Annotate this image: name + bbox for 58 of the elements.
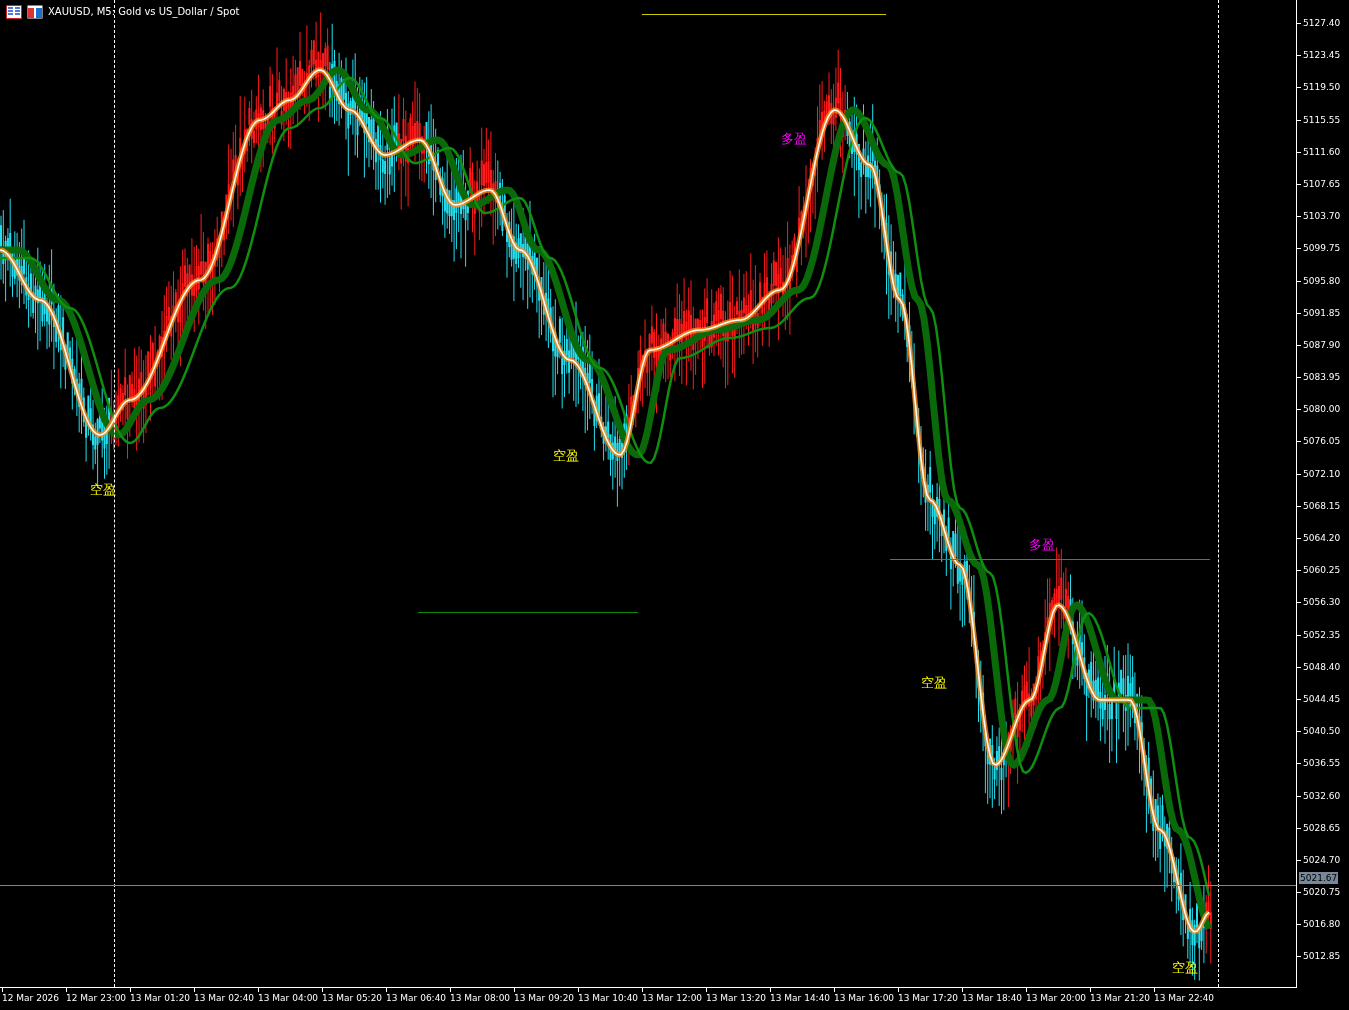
price-tick-label: 5020.75: [1303, 886, 1341, 900]
price-tick-label: 5091.85: [1303, 306, 1341, 320]
signal-label: 空盈: [553, 449, 579, 462]
price-tick-label: 5080.00: [1303, 403, 1341, 417]
time-tick-label: 13 Mar 04:00: [258, 992, 320, 1004]
price-tick-label: 5032.60: [1303, 789, 1341, 803]
price-tick-label: 5016.80: [1303, 918, 1341, 932]
price-tick-label: 5087.90: [1303, 338, 1341, 352]
time-tick-label: 13 Mar 12:00: [642, 992, 704, 1004]
price-tick-label: 5095.80: [1303, 274, 1341, 288]
price-tick-label: 5076.05: [1303, 435, 1341, 449]
time-tick-label: 13 Mar 06:40: [386, 992, 448, 1004]
price-tick-label: 5064.20: [1303, 532, 1341, 545]
price-tick-label: 5111.60: [1303, 145, 1341, 159]
time-tick-label: 13 Mar 08:00: [450, 992, 512, 1004]
price-tick-label: 5040.50: [1303, 725, 1341, 739]
time-tick-label: 13 Mar 02:40: [194, 992, 256, 1004]
time-tick-label: 13 Mar 05:20: [322, 992, 384, 1004]
price-tick-label: 5083.95: [1303, 371, 1341, 385]
current-price-label: 5021.67: [1299, 872, 1339, 884]
signal-label: 空盈: [921, 676, 947, 689]
price-tick-label: 5115.55: [1303, 113, 1341, 127]
signal-label: 多盈: [1029, 538, 1055, 551]
price-tick-label: 5052.35: [1303, 628, 1341, 642]
price-tick-label: 5123.45: [1303, 49, 1341, 63]
time-tick-label: 13 Mar 14:40: [770, 992, 832, 1004]
price-tick-label: 5107.65: [1303, 177, 1341, 191]
time-tick-label: 13 Mar 21:20: [1090, 992, 1152, 1004]
price-tick-label: 5068.15: [1303, 499, 1341, 513]
price-tick-label: 5103.70: [1303, 210, 1341, 224]
price-tick-label: 5119.50: [1303, 81, 1341, 95]
time-tick-label: 13 Mar 09:20: [514, 992, 576, 1004]
price-tick-label: 5072.10: [1303, 467, 1341, 481]
price-tick-label: 5127.40: [1303, 17, 1341, 30]
chart-menu-icon[interactable]: [6, 5, 22, 19]
price-tick-label: 5036.55: [1303, 757, 1341, 771]
time-tick-label: 13 Mar 13:20: [706, 992, 768, 1004]
time-tick-label: 13 Mar 01:20: [130, 992, 192, 1004]
time-tick-label: 13 Mar 20:00: [1026, 992, 1088, 1004]
price-tick-label: 5012.85: [1303, 950, 1341, 964]
time-tick-label: 13 Mar 16:00: [834, 992, 896, 1004]
time-tick-label: 12 Mar 2026: [2, 992, 61, 1004]
time-tick-label: 13 Mar 17:20: [898, 992, 960, 1004]
time-tick-label: 12 Mar 23:00: [66, 992, 128, 1004]
chart-title: XAUUSD, M5: Gold vs US_Dollar / Spot: [48, 7, 240, 17]
price-tick-label: 5099.75: [1303, 242, 1341, 256]
signal-label: 多盈: [781, 132, 807, 145]
chart-window-icon[interactable]: [27, 5, 43, 19]
price-tick-label: 5048.40: [1303, 660, 1341, 674]
time-tick-label: 13 Mar 18:40: [962, 992, 1024, 1004]
price-tick-label: 5028.65: [1303, 821, 1341, 835]
time-tick-label: 13 Mar 22:40: [1154, 992, 1216, 1004]
time-tick-label: 13 Mar 10:40: [578, 992, 640, 1004]
signal-label: 空盈: [90, 483, 116, 496]
price-tick-label: 5024.70: [1303, 853, 1341, 867]
price-tick-label: 5056.30: [1303, 596, 1341, 610]
price-tick-label: 5044.45: [1303, 692, 1341, 706]
price-tick-label: 5060.25: [1303, 564, 1341, 578]
